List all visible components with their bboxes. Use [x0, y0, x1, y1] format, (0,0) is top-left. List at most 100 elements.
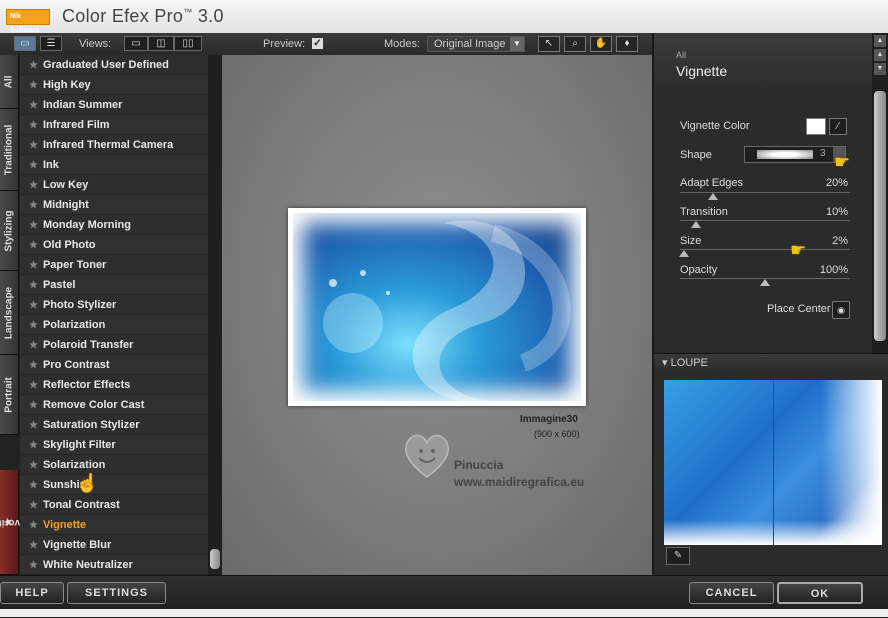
tab-all[interactable]: All — [0, 55, 19, 109]
star-icon[interactable]: ★ — [29, 60, 38, 71]
pointer-tool-icon[interactable]: ↖ — [538, 36, 560, 52]
preview-image-frame — [288, 208, 586, 406]
view-side-by-side-button[interactable]: ▯▯ — [174, 36, 202, 51]
filter-item[interactable]: ★ Remove Color Cast — [20, 395, 208, 415]
shape-dropdown[interactable]: 3 — [744, 146, 846, 163]
tab-favorites[interactable]: ★ Favorites — [0, 470, 31, 575]
filter-item[interactable]: ★ Pro Contrast — [20, 355, 208, 375]
filter-item[interactable]: ★ Graduated User Defined — [20, 55, 208, 75]
star-icon[interactable]: ★ — [29, 200, 38, 211]
size-slider[interactable] — [680, 249, 850, 250]
star-icon[interactable]: ★ — [29, 140, 38, 151]
vignette-overlay — [293, 213, 581, 401]
place-center-button[interactable]: ◉ — [832, 301, 850, 319]
filter-item[interactable]: ★ Tonal Contrast — [20, 495, 208, 515]
adapt-edges-slider[interactable] — [680, 192, 850, 193]
filter-item[interactable]: ★ Low Key — [20, 175, 208, 195]
star-icon[interactable]: ★ — [29, 540, 38, 551]
filter-item[interactable]: ★ Sunshine — [20, 475, 208, 495]
adapt-edges-knob[interactable] — [708, 193, 718, 200]
filter-item[interactable]: ★ Polaroid Transfer — [20, 335, 208, 355]
settings-button[interactable]: SETTINGS — [67, 582, 166, 604]
tab-landscape[interactable]: Landscape — [0, 271, 19, 355]
panel-scrollbar[interactable]: ▲ ▲ ▼ — [872, 33, 888, 353]
hand-tool-icon[interactable]: ✋ — [590, 36, 612, 52]
preview-area[interactable]: Immagine30 (900 x 600) Pinuccia www.maid… — [222, 55, 652, 575]
cancel-button[interactable]: CANCEL — [689, 582, 774, 604]
loupe-header[interactable]: ▾ LOUPE — [654, 353, 888, 371]
modes-label: Modes: — [384, 38, 421, 50]
loupe-view[interactable] — [664, 380, 882, 545]
list-view-icon[interactable]: ☰ — [40, 36, 62, 51]
filter-item[interactable]: ★ Indian Summer — [20, 95, 208, 115]
star-icon[interactable]: ★ — [29, 440, 38, 451]
star-icon[interactable]: ★ — [29, 160, 38, 171]
filter-item[interactable]: ★ Old Photo — [20, 235, 208, 255]
filter-item[interactable]: ★ Pastel — [20, 275, 208, 295]
star-icon[interactable]: ★ — [29, 100, 38, 111]
filter-item[interactable]: ★ Monday Morning — [20, 215, 208, 235]
filter-item[interactable]: ★ Reflector Effects — [20, 375, 208, 395]
tab-traditional[interactable]: Traditional — [0, 109, 19, 191]
opacity-knob[interactable] — [760, 279, 770, 286]
tab-stylizing[interactable]: Stylizing — [0, 191, 19, 271]
panel-scroll-thumb[interactable] — [874, 91, 886, 341]
help-button[interactable]: HELP — [0, 582, 64, 604]
star-icon[interactable]: ★ — [29, 280, 38, 291]
filter-item[interactable]: ★ Paper Toner — [20, 255, 208, 275]
star-icon[interactable]: ★ — [29, 80, 38, 91]
star-icon[interactable]: ★ — [29, 260, 38, 271]
star-icon[interactable]: ★ — [29, 480, 38, 491]
filter-item[interactable]: ★ Skylight Filter — [20, 435, 208, 455]
filter-list-scrollbar[interactable] — [208, 55, 222, 575]
tab-portrait[interactable]: Portrait — [0, 355, 19, 435]
filter-item[interactable]: ★ Solarization — [20, 455, 208, 475]
filter-item-label: Monday Morning — [42, 219, 131, 231]
star-icon[interactable]: ★ — [29, 560, 38, 571]
star-icon[interactable]: ★ — [29, 120, 38, 131]
vignette-color-swatch[interactable] — [806, 118, 826, 135]
filter-item-label: Reflector Effects — [42, 379, 131, 391]
star-icon[interactable]: ★ — [29, 300, 38, 311]
filter-item[interactable]: ★ Midnight — [20, 195, 208, 215]
preview-checkbox[interactable]: ✓ — [312, 38, 323, 49]
star-icon[interactable]: ★ — [29, 240, 38, 251]
star-icon[interactable]: ★ — [29, 520, 38, 531]
filter-item[interactable]: ★ White Neutralizer — [20, 555, 208, 575]
scroll-up-icon[interactable]: ▲ — [874, 35, 886, 47]
modes-dropdown[interactable]: Original Image ▼ — [427, 36, 525, 52]
scroll-up-alt-icon[interactable]: ▲ — [874, 49, 886, 61]
filter-item[interactable]: ★ Ink — [20, 155, 208, 175]
filter-item[interactable]: ★ Saturation Stylizer — [20, 415, 208, 435]
pin-icon[interactable]: ✎ — [666, 547, 690, 565]
star-icon[interactable]: ★ — [29, 420, 38, 431]
size-knob[interactable] — [679, 250, 689, 257]
star-icon[interactable]: ★ — [29, 460, 38, 471]
filter-item[interactable]: ★ Vignette Blur — [20, 535, 208, 555]
star-icon[interactable]: ★ — [29, 180, 38, 191]
lightbulb-icon[interactable]: ♦ — [616, 36, 638, 52]
view-split-button[interactable]: ◫ — [148, 36, 174, 51]
star-icon[interactable]: ★ — [29, 400, 38, 411]
star-icon[interactable]: ★ — [29, 220, 38, 231]
star-icon[interactable]: ★ — [29, 500, 38, 511]
filter-list-scroll-thumb[interactable] — [210, 549, 220, 569]
filter-item[interactable]: ★ High Key — [20, 75, 208, 95]
filter-item[interactable]: ★ Infrared Film — [20, 115, 208, 135]
ok-button[interactable]: OK — [777, 582, 863, 604]
single-view-icon[interactable]: ▭ — [14, 36, 36, 51]
view-single-button[interactable]: ▭ — [124, 36, 148, 51]
transition-knob[interactable] — [691, 221, 701, 228]
eyedropper-icon[interactable]: ⁄ — [829, 118, 847, 135]
filter-item[interactable]: ★ Polarization — [20, 315, 208, 335]
filter-item[interactable]: ★ Infrared Thermal Camera — [20, 135, 208, 155]
filter-item[interactable]: ★ Photo Stylizer — [20, 295, 208, 315]
transition-slider[interactable] — [680, 220, 850, 221]
star-icon[interactable]: ★ — [29, 380, 38, 391]
filter-item[interactable]: ★ Vignette — [20, 515, 208, 535]
star-icon[interactable]: ★ — [29, 320, 38, 331]
star-icon[interactable]: ★ — [29, 360, 38, 371]
scroll-down-top-icon[interactable]: ▼ — [874, 63, 886, 75]
zoom-tool-icon[interactable]: ⌕ — [564, 36, 586, 52]
star-icon[interactable]: ★ — [29, 340, 38, 351]
